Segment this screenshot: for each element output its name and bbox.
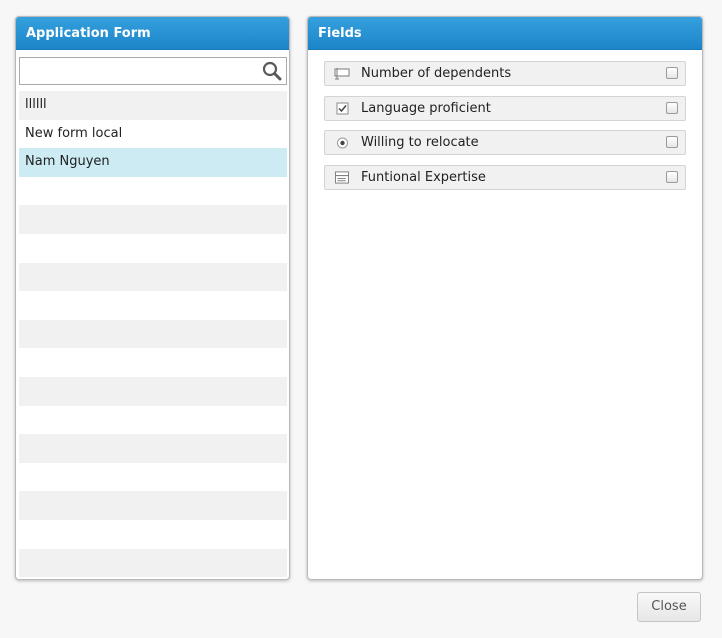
application-form-panel-title: Application Form (16, 17, 289, 50)
search-icon[interactable] (262, 61, 282, 81)
empty-list-row (19, 548, 287, 578)
empty-list-row (19, 463, 287, 492)
empty-list-row (19, 348, 287, 377)
checkbox-field-icon (336, 102, 349, 114)
empty-list-row (19, 520, 287, 549)
field-checkbox[interactable] (666, 170, 678, 183)
search-input[interactable] (20, 58, 260, 84)
field-item-language-proficient[interactable]: Language proficient (324, 95, 686, 121)
empty-list-row (19, 376, 287, 406)
empty-list-row (19, 177, 287, 206)
search-box (19, 57, 287, 85)
empty-list-row (19, 262, 287, 292)
field-item-willing-to-relocate[interactable]: Willing to relocate (324, 130, 686, 155)
empty-list-row (19, 491, 287, 520)
empty-list-row (19, 319, 287, 349)
list-item[interactable]: New form local (19, 120, 287, 149)
field-checkbox[interactable] (666, 67, 678, 79)
empty-list-row (19, 434, 287, 463)
fields-panel-title: Fields (308, 17, 702, 50)
close-button[interactable]: Close (637, 592, 701, 622)
empty-list-row (19, 205, 287, 234)
field-label: Funtional Expertise (361, 169, 486, 185)
list-item[interactable]: Nam Nguyen (19, 148, 287, 177)
empty-list-row (19, 291, 287, 320)
field-label: Language proficient (361, 100, 491, 116)
application-form-dialog: Application Form llllll New form local Nam… (0, 0, 722, 638)
field-label: Willing to relocate (361, 135, 479, 150)
dropdown-field-icon (335, 170, 349, 184)
list-item[interactable]: llllll (19, 91, 287, 120)
field-list: Number of dependents Language proficient… (324, 61, 686, 199)
field-label: Number of dependents (361, 66, 512, 81)
field-checkbox[interactable] (666, 101, 678, 114)
numeric-field-icon (334, 68, 350, 80)
application-form-panel: Application Form llllll New form local Nam… (15, 16, 290, 580)
field-checkbox[interactable] (666, 136, 678, 148)
field-item-number-of-dependents[interactable]: Number of dependents (324, 61, 686, 86)
empty-list-row (19, 234, 287, 263)
form-list: llllll New form local Nam Nguyen (19, 91, 287, 578)
field-item-funtional-expertise[interactable]: Funtional Expertise (324, 164, 686, 190)
radio-field-icon (337, 137, 348, 149)
fields-panel: Fields Number of dependents Language pro… (307, 16, 703, 580)
empty-list-row (19, 406, 287, 435)
